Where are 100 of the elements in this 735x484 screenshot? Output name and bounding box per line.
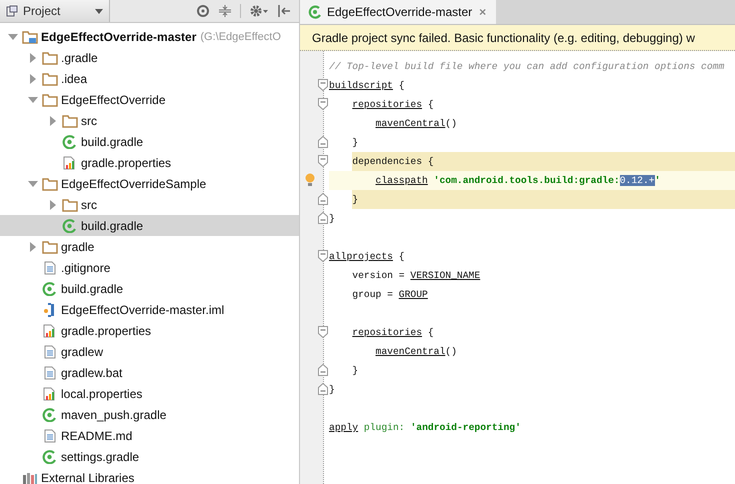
tree-item[interactable]: maven_push.gradle bbox=[0, 404, 299, 425]
code-text: } bbox=[352, 190, 358, 209]
code-text: } bbox=[329, 384, 335, 395]
collapse-icon[interactable] bbox=[218, 4, 232, 18]
code-comment: // Top-level build file where you can add configuration options comm bbox=[329, 61, 724, 72]
code-text: } bbox=[352, 365, 358, 376]
fold-icon[interactable] bbox=[318, 326, 328, 338]
folder-icon bbox=[42, 50, 58, 64]
caret-icon bbox=[95, 8, 103, 14]
tree-item[interactable]: gradle.properties bbox=[0, 320, 299, 341]
tree-item[interactable]: .idea bbox=[0, 68, 299, 89]
fold-icon[interactable] bbox=[318, 250, 328, 262]
text-file-icon bbox=[42, 428, 58, 442]
fold-icon[interactable] bbox=[318, 155, 328, 167]
code-identifier: apply bbox=[329, 422, 358, 433]
project-icon bbox=[6, 5, 18, 17]
expanded-arrow-icon[interactable] bbox=[28, 178, 38, 188]
collapsed-arrow-icon[interactable] bbox=[28, 52, 38, 62]
gradle-file-icon bbox=[308, 5, 322, 19]
code-text: } bbox=[329, 213, 335, 224]
expanded-arrow-icon[interactable] bbox=[28, 94, 38, 104]
tree-item[interactable]: build.gradle bbox=[0, 131, 299, 152]
tree-item[interactable]: src bbox=[0, 110, 299, 131]
tree-item[interactable]: EdgeEffectOverride-master.iml bbox=[0, 299, 299, 320]
tree-item[interactable]: README.md bbox=[0, 425, 299, 446]
selected-text: 0.12.+ bbox=[620, 175, 655, 186]
fold-icon[interactable] bbox=[318, 364, 328, 376]
code-identifier: mavenCentral bbox=[376, 346, 446, 357]
code-text: () bbox=[445, 346, 457, 357]
tree-item[interactable]: src bbox=[0, 194, 299, 215]
tab-title: EdgeEffectOverride-master bbox=[327, 5, 472, 19]
code-text: } bbox=[352, 137, 358, 148]
tree-item[interactable]: gradlew.bat bbox=[0, 362, 299, 383]
fold-icon[interactable] bbox=[318, 212, 328, 224]
code-parameter: plugin: bbox=[364, 422, 405, 433]
code-text: { bbox=[428, 327, 434, 338]
tree-item[interactable]: External Libraries bbox=[0, 467, 299, 484]
gradle-file-icon bbox=[42, 282, 58, 296]
code-text: dependencies { bbox=[352, 152, 434, 171]
code-string: 'android-reporting' bbox=[410, 422, 521, 433]
code-identifier: repositories bbox=[352, 327, 422, 338]
folder-icon bbox=[42, 72, 58, 86]
tree-item[interactable]: gradle bbox=[0, 236, 299, 257]
text-file-icon bbox=[42, 260, 58, 274]
tree-item[interactable]: build.gradle bbox=[0, 215, 299, 236]
collapsed-arrow-icon[interactable] bbox=[48, 116, 58, 126]
code-identifier: allprojects bbox=[329, 251, 393, 262]
gradle-file-icon bbox=[62, 218, 78, 232]
gradle-file-icon bbox=[42, 408, 58, 422]
code-text: group = bbox=[352, 289, 394, 300]
fold-icon[interactable] bbox=[318, 383, 328, 395]
collapsed-arrow-icon[interactable] bbox=[48, 200, 58, 210]
folder-icon bbox=[62, 198, 78, 212]
code-string: 'com.android.tools.build:gradle: bbox=[434, 175, 620, 186]
tree-item[interactable]: EdgeEffectOverrideSample bbox=[0, 173, 299, 194]
fold-icon[interactable] bbox=[318, 79, 328, 91]
lightbulb-icon[interactable] bbox=[304, 173, 316, 187]
collapsed-arrow-icon[interactable] bbox=[28, 242, 38, 252]
code-identifier: mavenCentral bbox=[376, 118, 446, 129]
tree-item[interactable]: local.properties bbox=[0, 383, 299, 404]
code-identifier: GROUP bbox=[398, 289, 428, 300]
code-identifier: buildscript bbox=[329, 80, 393, 91]
folder-icon bbox=[62, 114, 78, 128]
folder-icon bbox=[42, 240, 58, 254]
code-identifier: classpath bbox=[376, 175, 428, 186]
gradle-file-icon bbox=[42, 450, 58, 464]
module-folder-icon bbox=[22, 30, 38, 44]
libraries-icon bbox=[22, 470, 38, 484]
tree-item[interactable]: EdgeEffectOverride bbox=[0, 89, 299, 110]
locate-icon[interactable] bbox=[196, 4, 210, 18]
editor-tab[interactable]: EdgeEffectOverride-master × bbox=[300, 0, 496, 24]
tree-item[interactable]: .gitignore bbox=[0, 257, 299, 278]
view-selector[interactable]: Project bbox=[0, 0, 110, 22]
notification-text: Gradle project sync failed. Basic functionality (e.g. editing, debugging) w bbox=[312, 30, 695, 44]
tree-item[interactable]: .gradle bbox=[0, 47, 299, 68]
fold-icon[interactable] bbox=[318, 193, 328, 205]
gradle-file-icon bbox=[62, 134, 78, 148]
tree-item[interactable]: build.gradle bbox=[0, 278, 299, 299]
code-string: ' bbox=[654, 175, 660, 186]
collapsed-arrow-icon[interactable] bbox=[28, 74, 38, 84]
code-text: { bbox=[398, 251, 405, 262]
folder-icon bbox=[42, 176, 58, 190]
fold-icon[interactable] bbox=[318, 136, 328, 148]
text-file-icon bbox=[42, 366, 58, 380]
hide-panel-icon[interactable] bbox=[277, 4, 291, 18]
tree-item[interactable]: gradle.properties bbox=[0, 152, 299, 173]
tree-item[interactable]: settings.gradle bbox=[0, 446, 299, 467]
project-path: (G:\EdgeEffectO bbox=[200, 30, 281, 42]
code-text: () bbox=[445, 118, 457, 129]
code-text: { bbox=[428, 99, 434, 110]
settings-icon[interactable] bbox=[249, 4, 269, 18]
code-text: version = bbox=[352, 270, 406, 281]
tree-item[interactable]: EdgeEffectOverride-master (G:\EdgeEffectO bbox=[0, 26, 299, 47]
expanded-arrow-icon[interactable] bbox=[8, 32, 18, 42]
tree-item[interactable]: gradlew bbox=[0, 341, 299, 362]
folder-icon bbox=[42, 92, 58, 106]
code-text: { bbox=[398, 80, 405, 91]
text-file-icon bbox=[42, 344, 58, 358]
fold-icon[interactable] bbox=[318, 98, 328, 110]
code-identifier: VERSION_NAME bbox=[410, 270, 480, 281]
